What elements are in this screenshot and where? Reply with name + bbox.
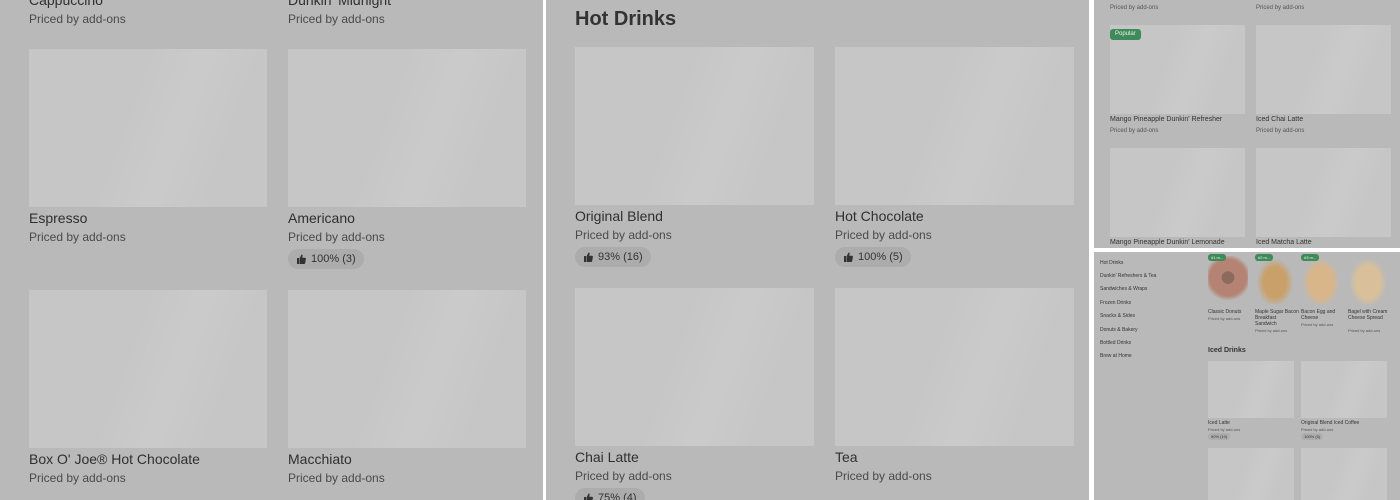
item-image-placeholder[interactable]	[288, 290, 526, 448]
item-title[interactable]: Mango Pineapple Dunkin' Lemonade	[1110, 239, 1225, 246]
item-image-placeholder[interactable]	[29, 290, 267, 448]
item-image-placeholder[interactable]	[575, 288, 814, 446]
item-title[interactable]: Original Blend Iced Coffee	[1301, 420, 1359, 426]
item-image-placeholder[interactable]	[835, 288, 1074, 446]
item-title[interactable]: Bacon Egg and Cheese	[1301, 309, 1345, 321]
item-price-note: Priced by add-ons	[1301, 427, 1334, 432]
item-title[interactable]: Chai Latte	[575, 449, 639, 465]
item-title[interactable]: Iced Matcha Latte	[1256, 239, 1312, 246]
item-image-placeholder[interactable]	[575, 47, 814, 205]
popular-badge: Popular	[1110, 29, 1141, 40]
rating-badge: 100% (5)	[835, 247, 911, 267]
item-image-placeholder[interactable]	[288, 49, 526, 207]
item-image-placeholder[interactable]	[29, 49, 267, 207]
bacon-egg-cheese-image[interactable]	[1301, 256, 1341, 304]
item-price-note: Priced by add-ons	[1256, 5, 1305, 11]
section-heading: Hot Drinks	[575, 8, 677, 30]
rating-badge: 75% (4)	[575, 488, 645, 500]
item-price-note: Priced by add-ons	[29, 230, 126, 244]
item-price-note: Priced by add-ons	[1301, 322, 1334, 327]
sidebar-item-refreshers[interactable]: Dunkin' Refreshers & Tea	[1100, 273, 1156, 279]
item-image-placeholder[interactable]	[835, 47, 1074, 205]
menu-panel-hot-drinks: Hot Drinks Original Blend Priced by add-…	[546, 0, 1089, 500]
item-title[interactable]: Bagel with Cream Cheese Spread	[1348, 309, 1392, 321]
item-title[interactable]: Americano	[288, 210, 355, 226]
item-title[interactable]: Mango Pineapple Dunkin' Refresher	[1110, 116, 1222, 123]
item-price-note: Priced by add-ons	[288, 230, 385, 244]
rating-text: 75% (4)	[598, 492, 637, 500]
rank-badge: #3 m...	[1301, 254, 1320, 261]
thumbs-up-icon	[584, 493, 593, 500]
item-image-placeholder[interactable]	[1208, 448, 1294, 500]
rating-badge: 90% (10)	[1208, 433, 1231, 440]
sidebar-item-frozen[interactable]: Frozen Drinks	[1100, 300, 1131, 306]
item-price-note: Priced by add-ons	[1208, 427, 1241, 432]
item-title[interactable]: Hot Chocolate	[835, 208, 924, 224]
item-title[interactable]: Original Blend	[575, 208, 663, 224]
item-image-placeholder[interactable]	[1301, 361, 1387, 418]
item-price-note: Priced by add-ons	[288, 12, 385, 26]
rating-badge: 93% (16)	[575, 247, 651, 267]
menu-panel-overview: Hot Drinks Dunkin' Refreshers & Tea Sand…	[1094, 252, 1400, 500]
item-price-note: Priced by add-ons	[1348, 328, 1381, 333]
item-price-note: Priced by add-ons	[575, 469, 672, 483]
item-title[interactable]: Macchiato	[288, 451, 352, 467]
item-title[interactable]: Espresso	[29, 210, 87, 226]
item-image-placeholder[interactable]	[1301, 448, 1387, 500]
thumbs-up-icon	[844, 252, 853, 262]
item-title[interactable]: Classic Donuts	[1208, 309, 1252, 315]
sidebar-item-sandwiches[interactable]: Sandwiches & Wraps	[1100, 286, 1147, 292]
item-price-note: Priced by add-ons	[288, 471, 385, 485]
sidebar-item-bottled[interactable]: Bottled Drinks	[1100, 340, 1131, 346]
item-price-note: Priced by add-ons	[1110, 5, 1159, 11]
thumbs-up-icon	[297, 254, 306, 264]
item-title[interactable]: Iced Chai Latte	[1256, 116, 1303, 123]
item-price-note: Priced by add-ons	[575, 228, 672, 242]
item-title[interactable]: Maple Sugar Bacon Breakfast Sandwich	[1255, 309, 1299, 327]
rating-text: 93% (16)	[598, 251, 643, 263]
sidebar-item-hot-drinks[interactable]: Hot Drinks	[1100, 260, 1123, 266]
bagel-image[interactable]	[1348, 256, 1388, 304]
item-image-placeholder[interactable]	[1256, 25, 1391, 114]
sidebar-item-brew-at-home[interactable]: Brew at Home	[1100, 353, 1132, 359]
sandwich-image[interactable]	[1255, 256, 1295, 304]
rating-text: 100% (5)	[858, 251, 903, 263]
item-price-note: Priced by add-ons	[1208, 316, 1241, 321]
item-title[interactable]: Cappuccino	[29, 0, 103, 8]
item-price-note: Priced by add-ons	[1255, 328, 1288, 333]
rating-badge: 100% (3)	[288, 249, 364, 269]
item-price-note: Priced by add-ons	[29, 471, 126, 485]
item-price-note: Priced by add-ons	[835, 469, 932, 483]
rank-badge: #1 m...	[1208, 254, 1227, 261]
rank-badge: #2 m...	[1255, 254, 1274, 261]
item-title[interactable]: Dunkin' Midnight	[288, 0, 391, 8]
item-title[interactable]: Box O' Joe® Hot Chocolate	[29, 451, 200, 467]
item-price-note: Priced by add-ons	[29, 12, 126, 26]
rating-badge: 100% (5)	[1301, 433, 1324, 440]
donut-image[interactable]	[1208, 256, 1248, 304]
item-price-note: Priced by add-ons	[1256, 128, 1305, 134]
menu-panel-coffee: Cappuccino Priced by add-ons Dunkin' Mid…	[0, 0, 543, 500]
item-image-placeholder[interactable]	[1256, 148, 1391, 237]
item-title[interactable]: Tea	[835, 449, 858, 465]
sidebar-item-snacks[interactable]: Snacks & Sides	[1100, 313, 1135, 319]
item-price-note: Priced by add-ons	[1110, 128, 1159, 134]
item-title[interactable]: Iced Latte	[1208, 420, 1230, 426]
item-price-note: Priced by add-ons	[835, 228, 932, 242]
item-image-placeholder[interactable]	[1110, 148, 1245, 237]
menu-panel-refreshers: Priced by add-ons Priced by add-ons Popu…	[1094, 0, 1400, 248]
item-image-placeholder[interactable]	[1208, 361, 1294, 418]
section-heading: Iced Drinks	[1208, 347, 1246, 354]
thumbs-up-icon	[584, 252, 593, 262]
sidebar-item-donuts[interactable]: Donuts & Bakery	[1100, 327, 1138, 333]
rating-text: 100% (3)	[311, 253, 356, 265]
